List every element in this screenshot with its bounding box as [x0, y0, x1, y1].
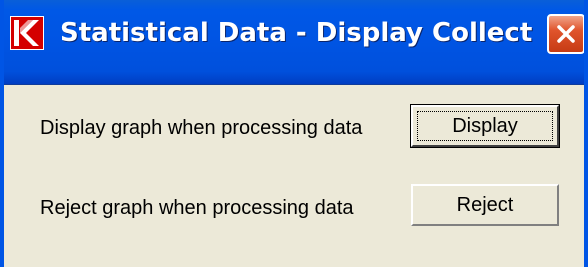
display-graph-label: Display graph when processing data — [40, 117, 363, 139]
reject-graph-label: Reject graph when processing data — [40, 197, 354, 219]
close-icon — [557, 25, 575, 43]
dialog-content: Display graph when processing data Displ… — [4, 85, 584, 267]
window-title: Statistical Data - Display Collect — [60, 18, 533, 48]
reject-button-label: Reject — [456, 194, 514, 216]
app-logo-icon — [10, 16, 44, 50]
close-button[interactable] — [547, 14, 584, 54]
dialog-window: Statistical Data - Display Collect Displ… — [0, 0, 588, 267]
display-button[interactable]: Display — [411, 105, 559, 147]
title-bar[interactable]: Statistical Data - Display Collect — [4, 0, 584, 85]
display-button-label: Display — [452, 115, 518, 137]
reject-button[interactable]: Reject — [411, 184, 559, 226]
